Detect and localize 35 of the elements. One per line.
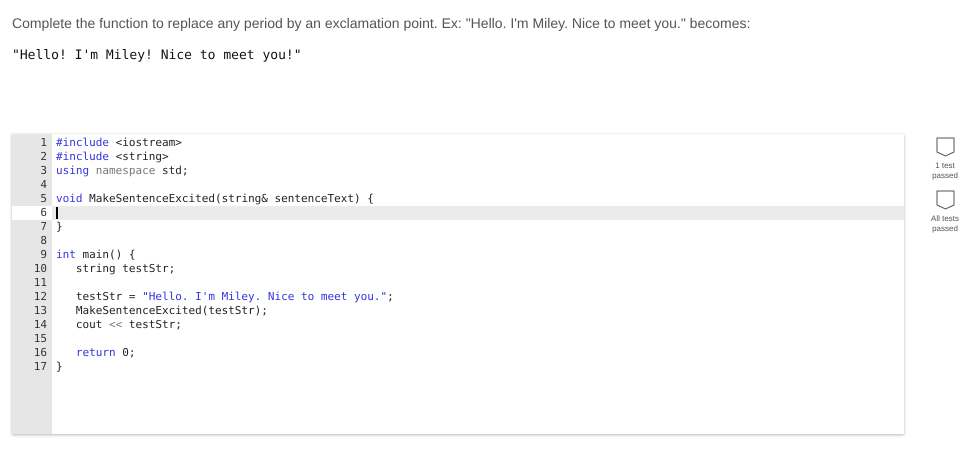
test-status-label: All tests passed — [930, 214, 960, 234]
code-line: MakeSentenceExcited(testStr); — [74, 304, 269, 318]
line-number: 14 — [32, 318, 48, 332]
line-number: 13 — [32, 304, 48, 318]
code-line: int main() { — [55, 248, 136, 262]
code-line: void MakeSentenceExcited(string& sentenceText) { — [55, 192, 375, 206]
test-status-label: 1 test passed — [931, 161, 959, 181]
code-line: return 0; — [74, 346, 136, 360]
code-line: using namespace std; — [55, 164, 190, 178]
line-number: 16 — [32, 346, 48, 360]
text-cursor — [56, 206, 58, 219]
code-line: #include <string> — [55, 150, 170, 164]
code-line: string testStr; — [74, 262, 176, 276]
line-number: 10 — [32, 262, 48, 276]
line-number: 2 — [39, 150, 48, 164]
line-number: 3 — [39, 164, 48, 178]
line-number: 8 — [39, 234, 48, 248]
line-number: 6 — [12, 206, 52, 220]
code-line: testStr = "Hello. I'm Miley. Nice to meet you."; — [74, 290, 395, 304]
line-number: 15 — [32, 332, 48, 346]
code-editor[interactable] — [12, 134, 904, 434]
line-number: 17 — [32, 360, 48, 374]
code-line: #include <iostream> — [55, 136, 183, 150]
code-line: } — [55, 360, 64, 374]
code-line: } — [55, 220, 64, 234]
instructions-text: Complete the function to replace any period by an exclamation point. Ex: "Hello. I'm Miley. Nice to meet you." becomes: — [12, 15, 752, 31]
line-number: 5 — [39, 192, 48, 206]
line-number: 7 — [39, 220, 48, 234]
line-number: 4 — [39, 178, 48, 192]
expected-output: "Hello! I'm Miley! Nice to meet you!" — [12, 48, 303, 63]
line-number: 9 — [39, 248, 48, 262]
line-number: 12 — [32, 290, 48, 304]
line-number: 1 — [39, 136, 48, 150]
line-number: 11 — [32, 276, 48, 290]
code-line: cout << testStr; — [74, 318, 183, 332]
